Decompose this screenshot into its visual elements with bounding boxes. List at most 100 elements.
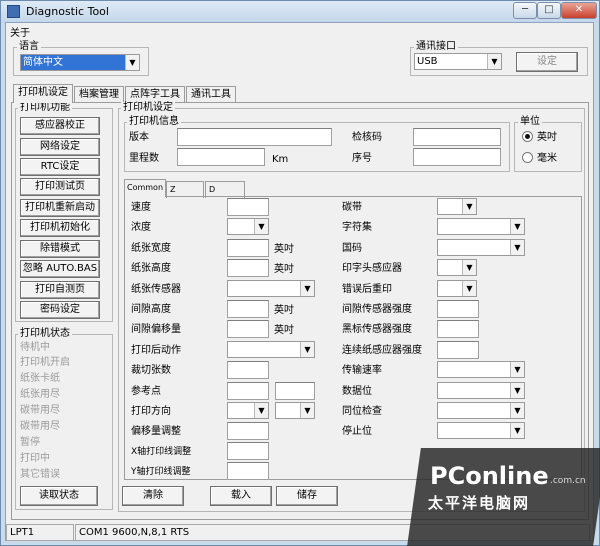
gap-sensor-intensity-field[interactable]	[437, 300, 479, 318]
head-sensor-select[interactable]: ▼	[437, 259, 477, 276]
initialize-printer-button[interactable]: 打印机初始化	[20, 219, 100, 237]
mirror-select[interactable]: ▼	[275, 402, 315, 419]
post-print-select[interactable]: ▼	[227, 341, 315, 358]
codepage-select[interactable]: ▼	[437, 218, 525, 235]
rtc-settings-button[interactable]: RTC设定	[20, 158, 100, 176]
chevron-down-icon: ▼	[254, 219, 268, 234]
parity-select[interactable]: ▼	[437, 402, 525, 419]
title-bar[interactable]: Diagnostic Tool ─ □ ✕	[1, 1, 599, 23]
paper-height-unit: 英吋	[274, 264, 294, 275]
mileage-field[interactable]	[177, 148, 265, 166]
continuous-intensity-label: 连续纸感应器强度	[342, 345, 422, 356]
status-group-label: 打印机状态	[18, 328, 72, 340]
tab-file-manager[interactable]: 档案管理	[74, 86, 124, 103]
tab-comm-tool[interactable]: 通讯工具	[186, 86, 236, 103]
y-adjust-field[interactable]	[227, 462, 269, 480]
data-bits-select[interactable]: ▼	[437, 382, 525, 399]
language-group-label: 语言	[17, 41, 41, 53]
parity-label: 同位检查	[342, 406, 382, 417]
reprint-select[interactable]: ▼	[437, 280, 477, 297]
chevron-down-icon: ▼	[462, 281, 476, 296]
black-mark-intensity-field[interactable]	[437, 320, 479, 338]
version-field[interactable]	[177, 128, 332, 146]
checksum-field[interactable]	[413, 128, 501, 146]
watermark-cn: 太平洋电脑网	[428, 494, 531, 512]
ribbon-label: 碳带	[342, 202, 362, 213]
status-paper-jam: 纸张卡纸	[20, 373, 60, 384]
direction-select[interactable]: ▼	[227, 402, 269, 419]
baud-rate-select[interactable]: ▼	[437, 361, 525, 378]
unit-mm-radio[interactable]	[522, 152, 533, 163]
language-value: 简体中文	[23, 57, 63, 68]
comm-value: USB	[417, 56, 438, 67]
language-select[interactable]: 简体中文 ▼	[20, 54, 140, 71]
gap-offset-unit: 英吋	[274, 325, 294, 336]
gap-height-label: 间隙高度	[131, 304, 171, 315]
offset-adjust-label: 偏移量调整	[131, 426, 181, 437]
country-select[interactable]: ▼	[437, 239, 525, 256]
chevron-down-icon: ▼	[254, 403, 268, 418]
gap-offset-field[interactable]	[227, 320, 269, 338]
maximize-button[interactable]: □	[537, 2, 561, 19]
status-other-error: 其它错误	[20, 469, 60, 480]
cut-count-field[interactable]	[227, 361, 269, 379]
density-select[interactable]: ▼	[227, 218, 269, 235]
restart-printer-button[interactable]: 打印机重新启动	[20, 199, 100, 217]
stop-bits-select[interactable]: ▼	[437, 422, 525, 439]
self-test-button[interactable]: 打印自测页	[20, 281, 100, 299]
paper-sensor-label: 纸张传感器	[131, 284, 181, 295]
paper-sensor-select[interactable]: ▼	[227, 280, 315, 297]
status-ribbon-out-2: 碳带用尽	[20, 421, 60, 432]
save-button[interactable]: 储存	[276, 486, 338, 506]
chevron-down-icon: ▼	[510, 383, 524, 398]
sensor-calibration-button[interactable]: 感应器校正	[20, 117, 100, 135]
minimize-button[interactable]: ─	[513, 2, 537, 19]
serial-field[interactable]	[413, 148, 501, 166]
menu-about[interactable]: 关于	[10, 27, 30, 40]
stop-bits-label: 停止位	[342, 426, 372, 437]
chevron-down-icon: ▼	[125, 55, 139, 70]
chevron-down-icon: ▼	[300, 281, 314, 296]
reference-x-field[interactable]	[227, 382, 269, 400]
data-bits-label: 数据位	[342, 386, 372, 397]
gap-height-field[interactable]	[227, 300, 269, 318]
head-sensor-label: 印字头感应器	[342, 263, 402, 274]
close-button[interactable]: ✕	[561, 2, 597, 19]
reference-label: 参考点	[131, 386, 161, 397]
comm-select[interactable]: USB ▼	[414, 53, 502, 70]
chevron-down-icon: ▼	[462, 260, 476, 275]
status-head-open: 打印机开启	[20, 357, 70, 368]
tab-bitmap-font-tool[interactable]: 点阵字工具	[125, 86, 185, 103]
speed-field[interactable]	[227, 198, 269, 216]
ignore-autobas-button[interactable]: 忽略 AUTO.BAS	[20, 260, 100, 278]
chevron-down-icon: ▼	[300, 342, 314, 357]
continuous-intensity-field[interactable]	[437, 341, 479, 359]
gap-offset-label: 间隙偏移量	[131, 324, 181, 335]
subtab-common[interactable]: Common	[124, 179, 166, 197]
unit-inch-radio[interactable]	[522, 131, 533, 142]
clear-button[interactable]: 清除	[122, 486, 184, 506]
chevron-down-icon: ▼	[462, 199, 476, 214]
paper-width-field[interactable]	[227, 239, 269, 257]
paper-height-label: 纸张高度	[131, 263, 171, 274]
speed-label: 速度	[131, 202, 151, 213]
comm-set-button[interactable]: 设定	[516, 52, 578, 72]
print-test-page-button[interactable]: 打印测试页	[20, 178, 100, 196]
x-adjust-field[interactable]	[227, 442, 269, 460]
mileage-unit-label: Km	[272, 154, 289, 165]
ribbon-select[interactable]: ▼	[437, 198, 477, 215]
cut-count-label: 裁切张数	[131, 365, 171, 376]
password-settings-button[interactable]: 密码设定	[20, 301, 100, 319]
reference-y-field[interactable]	[275, 382, 315, 400]
chevron-down-icon: ▼	[510, 403, 524, 418]
country-label: 国码	[342, 243, 362, 254]
watermark-brand: PConline	[430, 462, 549, 490]
tab-printer-settings[interactable]: 打印机设定	[13, 84, 73, 103]
debug-mode-button[interactable]: 除错模式	[20, 240, 100, 258]
paper-height-field[interactable]	[227, 259, 269, 277]
network-settings-button[interactable]: 网络设定	[20, 138, 100, 156]
load-button[interactable]: 载入	[210, 486, 272, 506]
read-status-button[interactable]: 读取状态	[20, 486, 98, 506]
offset-adjust-field[interactable]	[227, 422, 269, 440]
settings-group-label: 打印机设定	[121, 102, 175, 114]
